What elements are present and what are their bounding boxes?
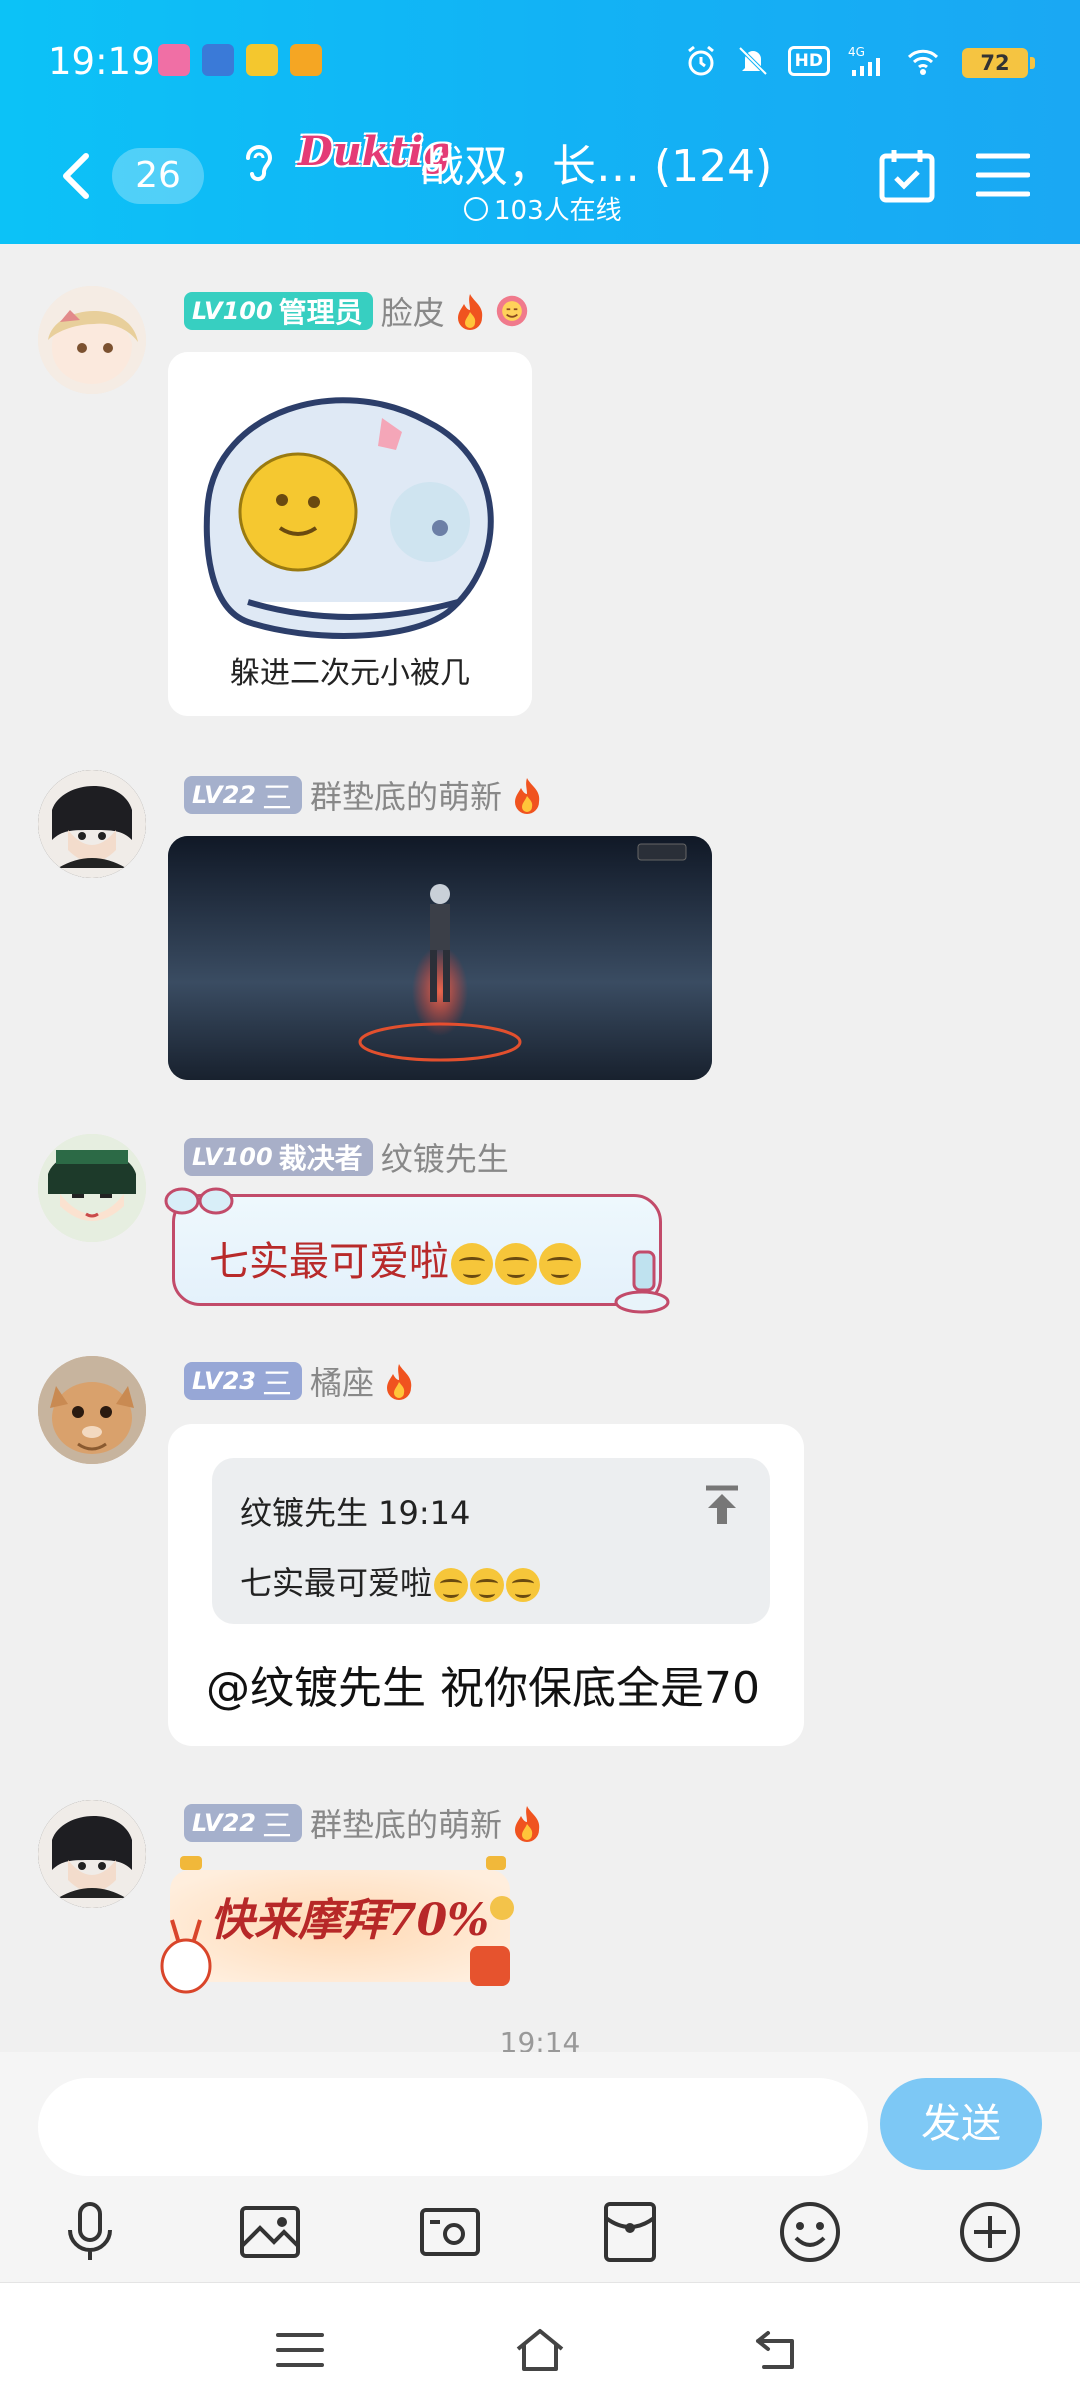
status-time: 19:19 — [48, 40, 155, 83]
avatar[interactable] — [38, 1800, 146, 1908]
smirk-emoji-icon — [495, 1243, 537, 1285]
quote-content: 七实最可爱啦 — [240, 1558, 541, 1604]
jump-to-top-icon[interactable] — [702, 1484, 742, 1526]
sender-info: LV100 管理员 脸皮 — [184, 288, 529, 334]
signal-icon: 4G — [848, 45, 880, 76]
mute-bell-icon — [738, 46, 768, 76]
role-label: 三 — [261, 1367, 292, 1402]
goggles-decoration-icon — [164, 1187, 234, 1215]
role-label: 裁决者 — [278, 1142, 363, 1175]
unread-count-badge[interactable]: 26 — [112, 148, 204, 204]
calendar-check-icon[interactable] — [878, 148, 936, 204]
flower-smile-icon — [496, 295, 527, 327]
quoted-message[interactable]: 纹镀先生 19:14 七实最可爱啦 — [212, 1458, 770, 1624]
online-count[interactable]: 103人在线 — [464, 190, 622, 227]
system-navigation-bar — [0, 2282, 1080, 2408]
sender-info: LV23 三 橘座 — [184, 1358, 416, 1404]
app-notification-icon — [290, 44, 322, 76]
level-label: LV23 — [192, 1367, 256, 1395]
level-label: LV100 — [192, 297, 273, 325]
sender-info: LV100 裁决者 纹镀先生 — [184, 1134, 509, 1180]
group-title[interactable]: 战双，长… (124) — [420, 130, 772, 194]
level-label: LV22 — [192, 781, 256, 809]
emoji-icon[interactable] — [776, 2198, 844, 2266]
image-icon[interactable] — [236, 2198, 304, 2266]
status-indicators: HD 4G — [684, 44, 940, 78]
sender-name[interactable]: 纹镀先生 — [381, 1134, 509, 1180]
wifi-icon — [907, 49, 939, 75]
smirk-emoji-icon — [539, 1243, 581, 1285]
status-app-icons — [158, 44, 322, 76]
recent-apps-icon[interactable] — [274, 2327, 326, 2373]
battery-indicator: 72 — [962, 48, 1035, 78]
app-notification-icon — [246, 44, 278, 76]
hd-icon: HD — [787, 46, 830, 76]
level-label: LV100 — [192, 1143, 273, 1171]
level-badge: LV22 三 — [184, 1804, 302, 1844]
sticker-caption: 躲进二次元小被几 — [230, 656, 470, 691]
role-label: 三 — [261, 781, 292, 816]
sender-name[interactable]: 群垫底的萌新 — [310, 772, 502, 818]
back-icon[interactable] — [56, 148, 96, 204]
ear-icon[interactable] — [238, 140, 278, 184]
sender-name[interactable]: 橘座 — [310, 1358, 374, 1404]
bilibili-app-icon — [158, 44, 190, 76]
message-bubble[interactable]: 七实最可爱啦 — [172, 1194, 662, 1306]
fire-icon — [457, 294, 482, 330]
fire-icon — [386, 1364, 412, 1400]
input-toolbar — [0, 2176, 1080, 2276]
sticker-image[interactable]: 躲进二次元小被几 — [168, 352, 532, 716]
level-badge: LV100 裁决者 — [184, 1138, 373, 1176]
smirk-emoji-icon — [506, 1568, 541, 1602]
game-screenshot-image[interactable] — [168, 836, 712, 1080]
avatar[interactable] — [38, 770, 146, 878]
smirk-emoji-icon — [451, 1243, 493, 1285]
message-input[interactable] — [38, 2078, 868, 2176]
chat-header: 19:19 HD 4G 72 26 Duktig 战双，长… (124) 103… — [0, 0, 1080, 244]
avatar[interactable] — [38, 1134, 146, 1242]
bottle-decoration-icon — [614, 1250, 670, 1314]
back-nav-icon[interactable] — [754, 2327, 806, 2373]
home-icon[interactable] — [514, 2327, 566, 2373]
sender-name[interactable]: 脸皮 — [381, 288, 445, 334]
alarm-icon — [687, 45, 714, 76]
quote-author: 纹镀先生 19:14 — [240, 1494, 471, 1532]
sender-name[interactable]: 群垫底的萌新 — [310, 1800, 502, 1846]
online-status-icon — [464, 196, 488, 221]
sender-info: LV22 三 群垫底的萌新 — [184, 772, 544, 818]
level-label: LV22 — [192, 1809, 256, 1837]
sender-info: LV22 三 群垫底的萌新 — [184, 1800, 544, 1846]
sticker-text: 快来摩拜70% — [210, 1895, 490, 1946]
level-badge: LV23 三 — [184, 1362, 302, 1402]
svg-text:4G: 4G — [848, 45, 865, 59]
camera-icon[interactable] — [416, 2198, 484, 2266]
fire-icon — [514, 1806, 540, 1842]
role-label: 管理员 — [278, 296, 363, 329]
online-count-label: 103人在线 — [494, 196, 622, 226]
send-button[interactable]: 发送 — [880, 2078, 1042, 2170]
app-notification-icon — [202, 44, 234, 76]
microphone-icon[interactable] — [56, 2198, 124, 2266]
plus-icon[interactable] — [956, 2198, 1024, 2266]
smirk-emoji-icon — [434, 1568, 469, 1602]
quote-text: 七实最可爱啦 — [240, 1564, 433, 1602]
role-label: 三 — [261, 1809, 292, 1844]
level-badge: LV100 管理员 — [184, 292, 373, 330]
avatar[interactable] — [38, 286, 146, 394]
message-text: 七实最可爱啦 — [209, 1239, 449, 1285]
level-badge: LV22 三 — [184, 776, 302, 816]
fire-icon — [514, 778, 540, 814]
avatar[interactable] — [38, 1356, 146, 1464]
reply-message-bubble[interactable]: 纹镀先生 19:14 七实最可爱啦 @纹镀先生 祝你保底全是70 — [168, 1424, 804, 1746]
reply-text: @纹镀先生 祝你保底全是70 — [206, 1663, 760, 1714]
menu-icon[interactable] — [976, 152, 1030, 198]
red-packet-icon[interactable] — [596, 2198, 664, 2266]
smirk-emoji-icon — [470, 1568, 505, 1602]
